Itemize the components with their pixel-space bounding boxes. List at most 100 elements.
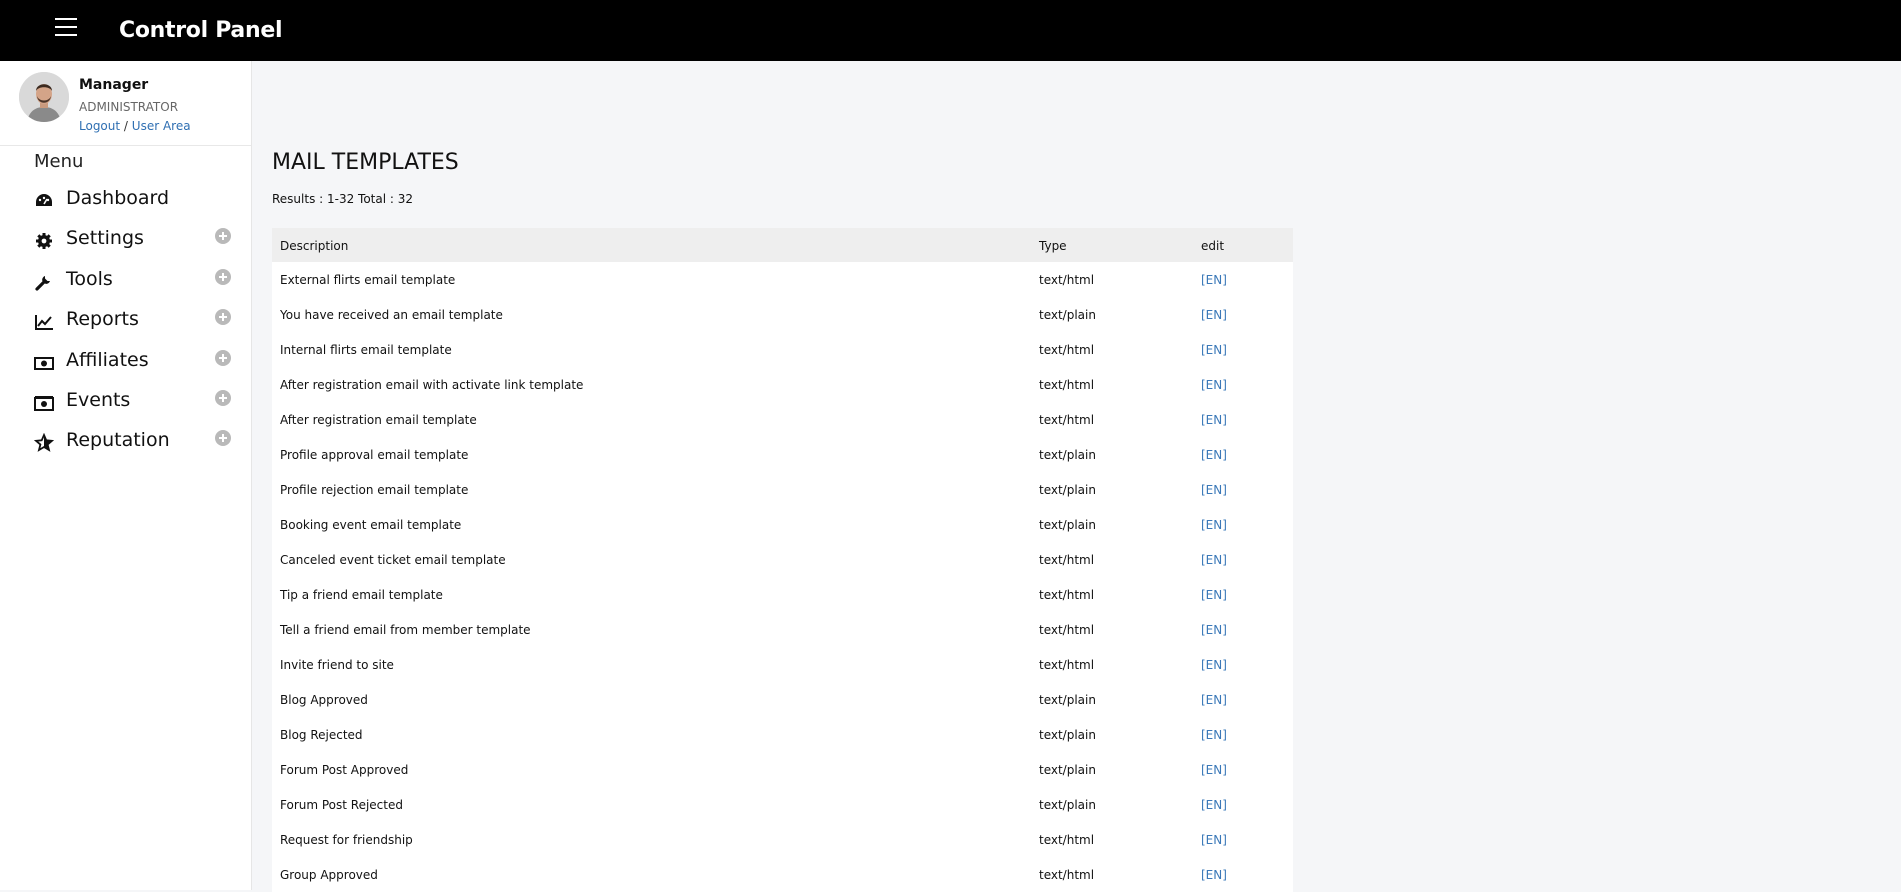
expand-plus-icon[interactable] bbox=[215, 430, 231, 446]
sidebar-item-affiliates[interactable]: Affiliates bbox=[34, 347, 234, 379]
expand-plus-icon[interactable] bbox=[215, 350, 231, 366]
user-links: Logout / User Area bbox=[79, 119, 191, 133]
description-cell: Group Approved bbox=[280, 868, 378, 882]
edit-en-link[interactable]: [EN] bbox=[1201, 623, 1227, 637]
user-role: ADMINISTRATOR bbox=[79, 100, 179, 114]
edit-en-link[interactable]: [EN] bbox=[1201, 658, 1227, 672]
app-title: Control Panel bbox=[119, 18, 283, 43]
sidebar-item-reports[interactable]: Reports bbox=[34, 306, 234, 338]
sidebar-item-tools[interactable]: Tools bbox=[34, 266, 234, 298]
edit-en-link[interactable]: [EN] bbox=[1201, 798, 1227, 812]
avatar bbox=[19, 72, 69, 122]
table-row: Internal flirts email template text/html [… bbox=[272, 332, 1293, 367]
table-row: Forum Post Approved text/plain [EN] bbox=[272, 752, 1293, 787]
type-cell: text/plain bbox=[1039, 308, 1096, 322]
wrench-icon bbox=[34, 272, 54, 292]
table-row: Profile approval email template text/plai… bbox=[272, 437, 1293, 472]
description-cell: Invite friend to site bbox=[280, 658, 394, 672]
edit-en-link[interactable]: [EN] bbox=[1201, 483, 1227, 497]
sidebar-item-dashboard[interactable]: Dashboard bbox=[34, 185, 234, 217]
sidebar-item-label: Settings bbox=[66, 227, 144, 249]
edit-en-link[interactable]: [EN] bbox=[1201, 518, 1227, 532]
description-cell: You have received an email template bbox=[280, 308, 503, 322]
description-cell: After registration email with activate l… bbox=[280, 378, 584, 392]
camera-icon bbox=[34, 393, 54, 413]
main-content: MAIL TEMPLATES Results : 1-32 Total : 32… bbox=[252, 61, 1901, 892]
results-summary: Results : 1-32 Total : 32 bbox=[272, 192, 414, 206]
expand-plus-icon[interactable] bbox=[215, 269, 231, 285]
sidebar-item-reputation[interactable]: Reputation bbox=[33, 427, 234, 459]
description-cell: Forum Post Rejected bbox=[280, 798, 403, 812]
edit-en-link[interactable]: [EN] bbox=[1201, 308, 1227, 322]
logout-link[interactable]: Logout bbox=[79, 119, 120, 133]
description-cell: Internal flirts email template bbox=[280, 343, 452, 357]
description-cell: Canceled event ticket email template bbox=[280, 553, 506, 567]
expand-plus-icon[interactable] bbox=[215, 228, 231, 244]
edit-en-link[interactable]: [EN] bbox=[1201, 868, 1227, 882]
type-cell: text/plain bbox=[1039, 763, 1096, 777]
edit-en-link[interactable]: [EN] bbox=[1201, 273, 1227, 287]
edit-en-link[interactable]: [EN] bbox=[1201, 553, 1227, 567]
edit-en-link[interactable]: [EN] bbox=[1201, 588, 1227, 602]
user-box: Manager ADMINISTRATOR Logout / User Area bbox=[0, 61, 251, 146]
sidebar-item-events[interactable]: Events bbox=[34, 387, 234, 419]
column-header-edit: edit bbox=[1201, 239, 1225, 253]
sidebar-item-label: Reputation bbox=[66, 429, 170, 451]
table-row: Request for friendship text/html [EN] bbox=[272, 822, 1293, 857]
expand-plus-icon[interactable] bbox=[215, 309, 231, 325]
edit-en-link[interactable]: [EN] bbox=[1201, 413, 1227, 427]
table-row: Canceled event ticket email template text… bbox=[272, 542, 1293, 577]
type-cell: text/html bbox=[1039, 658, 1095, 672]
type-cell: text/plain bbox=[1039, 798, 1096, 812]
page-title: MAIL TEMPLATES bbox=[272, 150, 459, 175]
edit-en-link[interactable]: [EN] bbox=[1201, 448, 1227, 462]
table-row: After registration email template text/ht… bbox=[272, 402, 1293, 437]
type-cell: text/plain bbox=[1039, 728, 1096, 742]
type-cell: text/html bbox=[1039, 378, 1095, 392]
dashboard-icon bbox=[34, 191, 54, 211]
type-cell: text/plain bbox=[1039, 693, 1096, 707]
sidebar-item-label: Tools bbox=[66, 268, 113, 290]
table-row: Group Approved text/html [EN] bbox=[272, 857, 1293, 892]
description-cell: After registration email template bbox=[280, 413, 477, 427]
type-cell: text/html bbox=[1039, 623, 1095, 637]
sidebar-item-label: Affiliates bbox=[66, 349, 149, 371]
description-cell: Profile rejection email template bbox=[280, 483, 469, 497]
money-bill-icon bbox=[34, 353, 54, 373]
user-area-link[interactable]: User Area bbox=[132, 119, 191, 133]
type-cell: text/html bbox=[1039, 868, 1095, 882]
edit-en-link[interactable]: [EN] bbox=[1201, 833, 1227, 847]
edit-en-link[interactable]: [EN] bbox=[1201, 728, 1227, 742]
description-cell: Booking event email template bbox=[280, 518, 462, 532]
edit-en-link[interactable]: [EN] bbox=[1201, 693, 1227, 707]
description-cell: Blog Approved bbox=[280, 693, 368, 707]
type-cell: text/html bbox=[1039, 588, 1095, 602]
table-row: Booking event email template text/plain [E… bbox=[272, 507, 1293, 542]
table-row: Invite friend to site text/html [EN] bbox=[272, 647, 1293, 682]
top-bar: Control Panel bbox=[0, 0, 1901, 61]
star-icon bbox=[33, 432, 55, 453]
description-cell: Tip a friend email template bbox=[280, 588, 443, 602]
description-cell: Forum Post Approved bbox=[280, 763, 409, 777]
table-row: External flirts email template text/html [… bbox=[272, 262, 1293, 297]
sidebar-item-settings[interactable]: Settings bbox=[34, 225, 234, 257]
table-row: Blog Approved text/plain [EN] bbox=[272, 682, 1293, 717]
edit-en-link[interactable]: [EN] bbox=[1201, 763, 1227, 777]
sidebar-item-label: Reports bbox=[66, 308, 139, 330]
description-cell: Tell a friend email from member template bbox=[280, 623, 531, 637]
description-cell: External flirts email template bbox=[280, 273, 456, 287]
hamburger-menu-icon[interactable] bbox=[55, 18, 77, 36]
chart-line-icon bbox=[34, 312, 54, 332]
table-row: Profile rejection email template text/pla… bbox=[272, 472, 1293, 507]
type-cell: text/html bbox=[1039, 273, 1095, 287]
edit-en-link[interactable]: [EN] bbox=[1201, 343, 1227, 357]
menu-title: Menu bbox=[34, 151, 84, 172]
sidebar-item-label: Events bbox=[66, 389, 131, 411]
edit-en-link[interactable]: [EN] bbox=[1201, 378, 1227, 392]
column-header-description: Description bbox=[280, 239, 349, 253]
type-cell: text/html bbox=[1039, 343, 1095, 357]
table-row: You have received an email template text/… bbox=[272, 297, 1293, 332]
description-cell: Profile approval email template bbox=[280, 448, 469, 462]
expand-plus-icon[interactable] bbox=[215, 390, 231, 406]
type-cell: text/html bbox=[1039, 413, 1095, 427]
